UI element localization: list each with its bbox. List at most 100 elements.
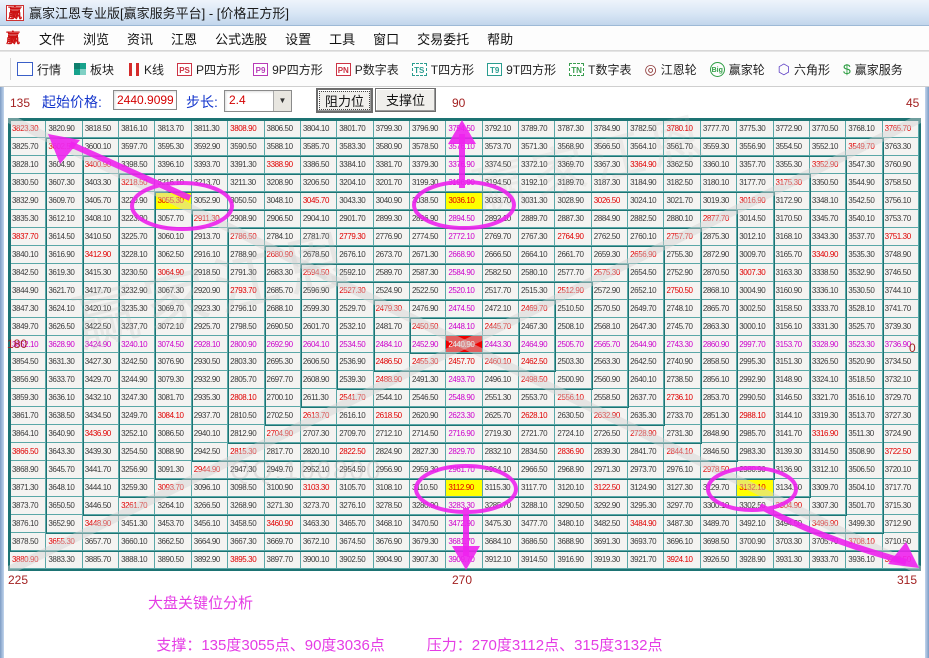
grid-cell: 3928.90 bbox=[737, 551, 773, 569]
grid-cell: 2748.10 bbox=[664, 300, 700, 318]
grid-cell: 3199.30 bbox=[410, 174, 446, 192]
grid-cell: 2784.10 bbox=[265, 228, 301, 246]
grid-cell: 3405.70 bbox=[83, 192, 119, 210]
toolbar-button-K线[interactable]: K线 bbox=[127, 61, 164, 78]
toolbar-button-9P四方形[interactable]: P99P四方形 bbox=[253, 61, 323, 78]
grid-cell: 2949.70 bbox=[265, 461, 301, 479]
menu-item-6[interactable]: 工具 bbox=[329, 29, 355, 48]
grid-cell: 3338.50 bbox=[810, 264, 846, 282]
toolbar-button-板块[interactable]: 板块 bbox=[74, 61, 114, 78]
grid-cell: 2906.50 bbox=[265, 210, 301, 228]
grid-cell: 3482.50 bbox=[592, 515, 628, 533]
grid-cell: 3038.50 bbox=[410, 192, 446, 210]
grid-cell: 3004.90 bbox=[737, 282, 773, 300]
grid-cell: 3720.10 bbox=[883, 461, 919, 479]
grid-cell: 3933.70 bbox=[810, 551, 846, 569]
grid-cell: 3254.50 bbox=[119, 443, 155, 461]
grid-cell: 2553.70 bbox=[519, 389, 555, 407]
menu-bar: 赢 文件浏览资讯江恩公式选股设置工具窗口交易委托帮助 bbox=[0, 26, 929, 51]
parameter-bar: 135 起始价格: 步长: 2.4 ▼ 阻力位 支撑位 90 45 bbox=[0, 88, 929, 116]
grid-cell: 2822.50 bbox=[337, 443, 373, 461]
grid-cell: 3684.10 bbox=[483, 533, 519, 551]
grid-cell: 3724.90 bbox=[883, 425, 919, 443]
grid-cell: 2983.30 bbox=[737, 443, 773, 461]
grid-cell: 3840.10 bbox=[10, 246, 46, 264]
grid-cell: 3396.10 bbox=[155, 156, 191, 174]
grid-cell: 2522.50 bbox=[410, 282, 446, 300]
grid-cell: 3249.70 bbox=[119, 407, 155, 425]
grid-cell: 3379.30 bbox=[410, 156, 446, 174]
start-price-input[interactable] bbox=[113, 90, 177, 110]
grid-cell: 3357.70 bbox=[737, 156, 773, 174]
grid-cell: 2548.90 bbox=[446, 389, 482, 407]
chevron-down-icon[interactable]: ▼ bbox=[273, 91, 291, 111]
grid-cell: 2704.90 bbox=[265, 425, 301, 443]
grid-cell: 2623.30 bbox=[446, 407, 482, 425]
grid-cell: 3559.30 bbox=[701, 138, 737, 156]
grid-cell: 3624.10 bbox=[46, 300, 82, 318]
grid-cell: 3182.50 bbox=[664, 174, 700, 192]
menu-item-3[interactable]: 江恩 bbox=[171, 29, 197, 48]
start-price-label: 起始价格: bbox=[42, 92, 102, 112]
menu-item-8[interactable]: 交易委托 bbox=[417, 29, 469, 48]
menu-item-4[interactable]: 公式选股 bbox=[215, 29, 267, 48]
grid-cell: 3518.50 bbox=[846, 371, 882, 389]
toolbar-button-行情[interactable]: 行情 bbox=[17, 61, 61, 78]
grid-cell: 3900.10 bbox=[301, 551, 337, 569]
menu-item-1[interactable]: 浏览 bbox=[83, 29, 109, 48]
grid-cell: 3398.50 bbox=[119, 156, 155, 174]
toolbar-label: P四方形 bbox=[196, 61, 240, 78]
support-button[interactable]: 支撑位 bbox=[375, 88, 436, 112]
grid-cell: 3825.70 bbox=[10, 138, 46, 156]
grid-cell: 3429.70 bbox=[83, 371, 119, 389]
grid-cell: 3585.70 bbox=[301, 138, 337, 156]
grid-cell: 2692.90 bbox=[265, 336, 301, 354]
toolbar-button-江恩轮[interactable]: ◎江恩轮 bbox=[644, 61, 696, 78]
grid-cell: 2851.30 bbox=[701, 407, 737, 425]
grid-cell: 2469.70 bbox=[519, 300, 555, 318]
grid-cell: 3506.50 bbox=[846, 461, 882, 479]
grid-cell: 3163.30 bbox=[774, 264, 810, 282]
toolbar-button-六角形[interactable]: ⬡六角形 bbox=[778, 61, 830, 78]
grid-cell: 3861.70 bbox=[10, 407, 46, 425]
grid-cell: 3732.10 bbox=[883, 371, 919, 389]
grid-cell: 3136.90 bbox=[774, 461, 810, 479]
grid-cell: 3525.70 bbox=[846, 318, 882, 336]
menu-item-5[interactable]: 设置 bbox=[285, 29, 311, 48]
menu-item-0[interactable]: 文件 bbox=[39, 29, 65, 48]
gann-price-square: 3823.303820.903818.503816.103813.703811.… bbox=[8, 118, 921, 571]
grid-cell: 3820.90 bbox=[46, 120, 82, 138]
toolbar-button-赢家轮[interactable]: Big赢家轮 bbox=[710, 61, 765, 78]
grid-cell: 3028.90 bbox=[555, 192, 591, 210]
toolbar-button-赢家服务[interactable]: $赢家服务 bbox=[843, 61, 903, 78]
step-combobox[interactable]: 2.4 ▼ bbox=[224, 90, 292, 112]
toolbar-label: 行情 bbox=[37, 61, 61, 78]
grid-cell: 3912.10 bbox=[483, 551, 519, 569]
grid-cell: 2978.50 bbox=[701, 461, 737, 479]
resistance-button[interactable]: 阻力位 bbox=[316, 88, 373, 113]
grid-cell: 3717.70 bbox=[883, 479, 919, 497]
toolbar-button-T四方形[interactable]: TST四方形 bbox=[412, 61, 474, 78]
menu-item-7[interactable]: 窗口 bbox=[373, 29, 399, 48]
grid-cell: 3547.30 bbox=[846, 156, 882, 174]
grid-cell: 3458.50 bbox=[228, 515, 264, 533]
toolbar-button-P四方形[interactable]: PSP四方形 bbox=[177, 61, 240, 78]
grid-cell: 3540.10 bbox=[846, 210, 882, 228]
grid-cell: 3566.50 bbox=[592, 138, 628, 156]
grid-cell: 2820.10 bbox=[301, 443, 337, 461]
toolbar-button-T数字表[interactable]: TNT数字表 bbox=[569, 61, 631, 78]
menu-item-9[interactable]: 帮助 bbox=[487, 29, 513, 48]
grid-cell: 3283.30 bbox=[446, 497, 482, 515]
grid-cell: 3074.50 bbox=[155, 336, 191, 354]
grid-cell: 2808.10 bbox=[228, 389, 264, 407]
grid-cell: 2791.30 bbox=[228, 264, 264, 282]
grid-cell: 3741.70 bbox=[883, 300, 919, 318]
toolbar-button-P数字表[interactable]: PNP数字表 bbox=[336, 61, 399, 78]
grid-cell: 3909.70 bbox=[446, 551, 482, 569]
toolbar-label: K线 bbox=[144, 61, 164, 78]
toolbar-button-9T四方形[interactable]: T99T四方形 bbox=[487, 61, 556, 78]
grid-cell: 2990.50 bbox=[737, 389, 773, 407]
grid-cell: 3321.70 bbox=[810, 389, 846, 407]
menu-item-2[interactable]: 资讯 bbox=[127, 29, 153, 48]
grid-cell: 2928.10 bbox=[192, 336, 228, 354]
